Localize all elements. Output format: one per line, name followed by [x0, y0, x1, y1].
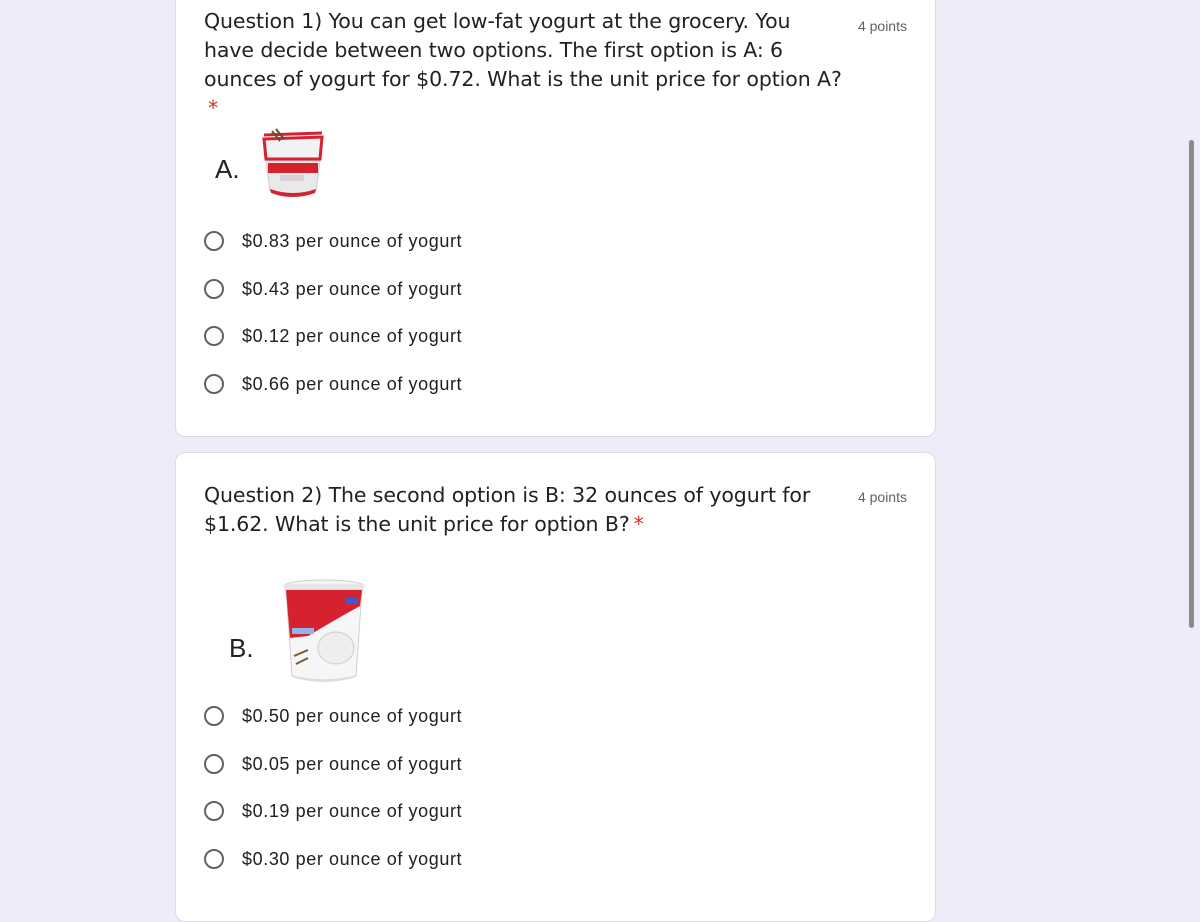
question-1-title: Question 1) You can get low-fat yogurt a…: [204, 9, 842, 120]
option-label: $0.66 per ounce of yogurt: [242, 373, 463, 394]
option-q2-1[interactable]: $0.50 per ounce of yogurt: [204, 701, 462, 731]
radio-button[interactable]: [204, 374, 224, 394]
option-q2-4[interactable]: $0.30 per ounce of yogurt: [204, 844, 462, 874]
radio-button[interactable]: [204, 849, 224, 869]
radio-button[interactable]: [204, 706, 224, 726]
option-label: $0.19 per ounce of yogurt: [242, 800, 463, 821]
option-q2-3[interactable]: $0.19 per ounce of yogurt: [204, 796, 462, 826]
option-label: $0.05 per ounce of yogurt: [242, 753, 463, 774]
radio-button[interactable]: [204, 326, 224, 346]
option-label: $0.30 per ounce of yogurt: [242, 848, 463, 869]
option-label: $0.43 per ounce of yogurt: [242, 278, 463, 299]
option-q1-2[interactable]: $0.43 per ounce of yogurt: [204, 274, 462, 304]
required-asterisk: *: [208, 96, 219, 120]
question-card-1: Question 1) You can get low-fat yogurt a…: [175, 0, 936, 437]
option-q1-1[interactable]: $0.83 per ounce of yogurt: [204, 226, 462, 256]
option-q1-4[interactable]: $0.66 per ounce of yogurt: [204, 369, 462, 399]
question-2-points: 4 points: [857, 489, 907, 505]
radio-button[interactable]: [204, 231, 224, 251]
vertical-scrollbar[interactable]: [1189, 140, 1194, 628]
radio-button[interactable]: [204, 801, 224, 821]
option-label: $0.83 per ounce of yogurt: [242, 230, 463, 251]
option-label: $0.50 per ounce of yogurt: [242, 705, 463, 726]
question-1-points: 4 points: [857, 18, 907, 34]
large-yogurt-tub-image: [283, 579, 365, 682]
option-q1-3[interactable]: $0.12 per ounce of yogurt: [204, 321, 462, 351]
question-2-title: Question 2) The second option is B: 32 o…: [204, 483, 811, 536]
required-asterisk: *: [633, 512, 644, 536]
option-q2-2[interactable]: $0.05 per ounce of yogurt: [204, 749, 462, 779]
option-label: $0.12 per ounce of yogurt: [242, 325, 463, 346]
radio-button[interactable]: [204, 279, 224, 299]
small-yogurt-cup-image: [262, 128, 324, 197]
option-b-image-label: B.: [229, 633, 254, 663]
radio-button[interactable]: [204, 754, 224, 774]
option-a-image-label: A.: [215, 154, 240, 184]
question-card-2: Question 2) The second option is B: 32 o…: [175, 452, 936, 922]
